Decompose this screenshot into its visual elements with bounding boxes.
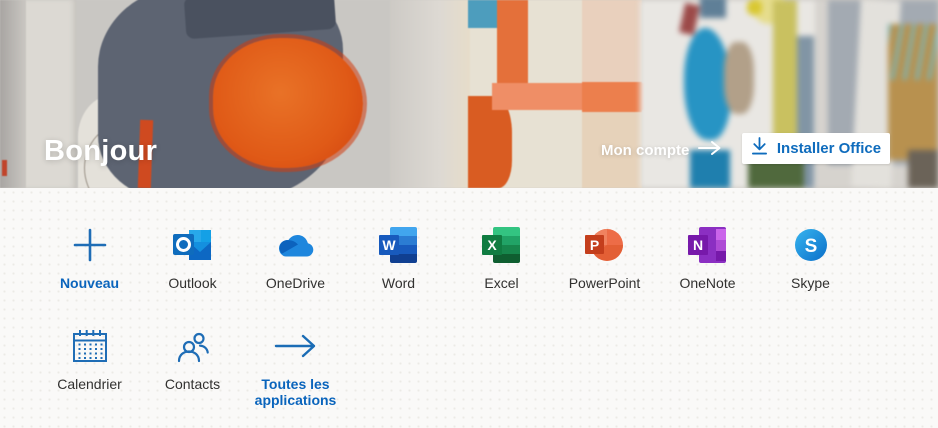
tile-label: Toutes les applications: [254, 376, 337, 408]
my-account-label: Mon compte: [601, 141, 690, 159]
tile-label: Outlook: [168, 275, 217, 291]
plus-icon: [72, 224, 108, 266]
tile-label: Nouveau: [59, 275, 120, 291]
word-icon: W: [378, 224, 419, 266]
svg-text:S: S: [804, 236, 817, 257]
tile-label: Skype: [791, 275, 830, 291]
tile-label: Excel: [484, 275, 519, 291]
tile-label: OneNote: [679, 275, 736, 291]
tile-label: Calendrier: [57, 376, 122, 392]
tile-contacts[interactable]: Contacts: [141, 325, 244, 408]
tile-onedrive[interactable]: OneDrive: [244, 224, 347, 291]
svg-text:N: N: [692, 237, 702, 253]
tile-skype[interactable]: S Skype: [759, 224, 862, 291]
tile-label: OneDrive: [265, 275, 326, 291]
skype-icon: S: [793, 224, 829, 266]
install-office-button[interactable]: Installer Office: [742, 133, 890, 164]
apps-section: Nouveau Outlook OneDrive W Word X Excel …: [0, 188, 938, 428]
greeting-title: Bonjour: [44, 135, 158, 167]
tile-excel[interactable]: X Excel: [450, 224, 553, 291]
hero-banner: Bonjour Mon compte Installer Office: [0, 0, 938, 188]
contacts-icon: [175, 325, 211, 367]
tile-powerpoint[interactable]: P PowerPoint: [553, 224, 656, 291]
tile-label: Word: [381, 275, 416, 291]
outlook-icon: [172, 224, 213, 266]
svg-text:P: P: [589, 237, 598, 253]
apps-row-1: Nouveau Outlook OneDrive W Word X Excel …: [38, 188, 938, 291]
onenote-icon: N: [687, 224, 728, 266]
tile-outlook[interactable]: Outlook: [141, 224, 244, 291]
onedrive-icon: [275, 224, 317, 266]
tile-label: PowerPoint: [568, 275, 641, 291]
install-office-label: Installer Office: [776, 140, 882, 157]
tile-calendrier[interactable]: Calendrier: [38, 325, 141, 408]
powerpoint-icon: P: [584, 224, 625, 266]
arrow-right-icon: [274, 325, 318, 367]
apps-row-2: Calendrier Contacts Toutes les applicati…: [38, 291, 938, 408]
tile-label: Contacts: [164, 376, 221, 392]
my-account-link[interactable]: Mon compte: [601, 140, 722, 160]
excel-icon: X: [481, 224, 522, 266]
tile-nouveau[interactable]: Nouveau: [38, 224, 141, 291]
download-icon: [751, 137, 768, 160]
svg-text:W: W: [382, 237, 396, 253]
tile-word[interactable]: W Word: [347, 224, 450, 291]
tile-toutes-les-applications[interactable]: Toutes les applications: [244, 325, 347, 408]
banner-overlay: Bonjour Mon compte Installer Office: [0, 0, 938, 188]
tile-onenote[interactable]: N OneNote: [656, 224, 759, 291]
svg-text:X: X: [487, 237, 497, 253]
arrow-right-icon: [698, 140, 722, 160]
calendar-icon: [71, 325, 109, 367]
